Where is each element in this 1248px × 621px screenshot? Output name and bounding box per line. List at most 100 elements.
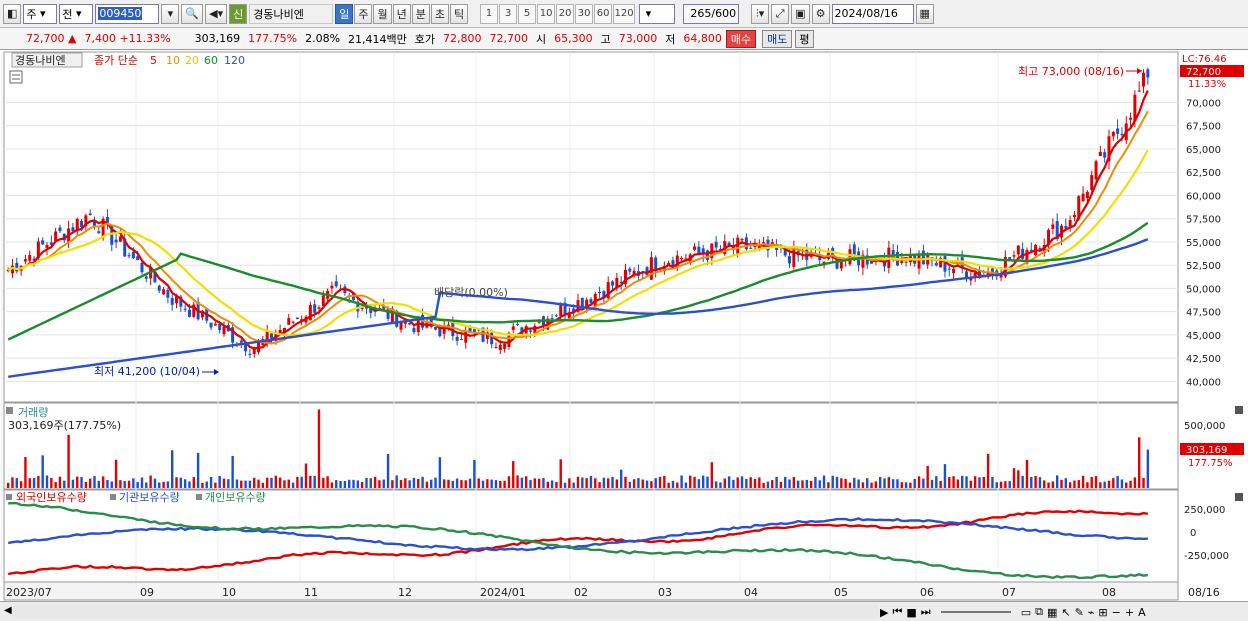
interval-button-120[interactable]: 120 xyxy=(613,3,636,24)
eval-button[interactable]: 평 xyxy=(795,29,814,48)
volume-bar xyxy=(244,480,247,488)
chart-icon[interactable]: ⌁ xyxy=(1088,606,1095,619)
candle-body xyxy=(503,343,507,349)
volume-bar xyxy=(490,479,493,488)
candle-body xyxy=(166,290,170,298)
grid-icon[interactable]: ▦ xyxy=(1047,606,1057,619)
period-tab-4[interactable]: 분 xyxy=(411,3,430,24)
interval-dropdown[interactable]: ▾ xyxy=(639,3,676,24)
volume-bar xyxy=(680,475,683,488)
legend-individual: 개인보유수량 xyxy=(205,491,266,504)
period-tab-0[interactable]: 일 xyxy=(335,3,354,24)
period-tab-6[interactable]: 틱 xyxy=(449,3,469,24)
volume-bar xyxy=(1077,480,1080,488)
layout-icon[interactable]: ▭ xyxy=(1021,606,1031,619)
speaker-icon[interactable]: ◀▾ xyxy=(205,3,228,24)
period-tab-3[interactable]: 년 xyxy=(392,3,411,24)
volume-bar xyxy=(952,476,955,488)
volume-bar xyxy=(183,479,187,488)
volume-bar xyxy=(701,475,705,488)
candle-body xyxy=(1137,90,1141,92)
calendar-icon[interactable]: ▦ xyxy=(915,3,934,24)
count-field[interactable]: 265/600 xyxy=(683,3,740,24)
interval-button-10[interactable]: 10 xyxy=(537,3,556,24)
volume-bar xyxy=(1107,480,1111,488)
volume-bar xyxy=(732,479,735,488)
candle-body xyxy=(589,299,593,303)
candle-body xyxy=(740,238,744,241)
legend-prefix: 종가 단순 xyxy=(94,54,138,67)
candle-body xyxy=(697,246,701,254)
buy-button[interactable]: 매수 xyxy=(725,29,757,48)
candle-body xyxy=(511,326,515,330)
stock-chart-svg[interactable]: 경동나비엔 종가 단순 5 10 20 60 120 최고 73,000 (08… xyxy=(0,50,1248,603)
last-icon[interactable]: ⏭ xyxy=(921,605,931,619)
prev-select[interactable]: 전 ▾ xyxy=(59,3,94,24)
sell-button[interactable]: 매도 xyxy=(762,29,793,48)
interval-button-5[interactable]: 5 xyxy=(518,3,537,24)
ask-price: 72,800 xyxy=(443,32,482,45)
scroll-left-icon[interactable]: ◀ xyxy=(4,605,12,616)
candle-body xyxy=(23,259,27,262)
candle-type-icon[interactable]: ⫶▾ xyxy=(751,3,770,24)
toggle-icon[interactable]: ⊞ xyxy=(1098,606,1107,619)
interval-button-60[interactable]: 60 xyxy=(594,3,613,24)
candle-body xyxy=(680,257,684,259)
code-dropdown-icon[interactable]: ▾ xyxy=(161,3,180,24)
scroll-right-icon[interactable]: ▶ xyxy=(880,606,888,619)
price-tick-label: 70,000 xyxy=(1186,98,1221,109)
interval-button-3[interactable]: 3 xyxy=(499,3,518,24)
scroll-track[interactable] xyxy=(14,605,878,618)
zoom-slider[interactable] xyxy=(940,611,1011,613)
volume-bar xyxy=(227,479,230,488)
candle-body xyxy=(1051,224,1055,229)
candle-body xyxy=(559,305,563,316)
period-tab-2[interactable]: 월 xyxy=(373,3,392,24)
price-axis: 70,000 67,500 65,000 62,500 60,000 57,500 55,0… xyxy=(1186,98,1221,388)
volume-bar xyxy=(524,476,528,488)
zoom-out-icon[interactable]: − xyxy=(1112,606,1121,619)
candle-body xyxy=(952,268,956,274)
new-badge[interactable]: 신 xyxy=(229,3,248,24)
market-select[interactable]: 주 ▾ xyxy=(23,3,58,24)
volume-axis-tick: 500,000 xyxy=(1184,421,1225,432)
count-value: 265 xyxy=(690,7,712,20)
holding-tick-neg: -250,000 xyxy=(1184,551,1229,562)
volume-bar xyxy=(801,480,804,488)
save-icon[interactable]: ▣ xyxy=(791,3,810,24)
draw-icon[interactable]: ✎ xyxy=(1075,606,1084,619)
period-tab-5[interactable]: 초 xyxy=(430,3,449,24)
interval-button-20[interactable]: 20 xyxy=(556,3,575,24)
stop-icon[interactable]: ■ xyxy=(906,606,916,619)
calculator-icon[interactable] xyxy=(9,70,23,84)
volume-close-icon[interactable] xyxy=(1235,406,1243,414)
first-icon[interactable]: ⏮ xyxy=(892,605,902,619)
candle-body xyxy=(1129,117,1133,120)
period-tab-1[interactable]: 주 xyxy=(354,3,373,24)
volume-bar xyxy=(706,476,709,488)
gear-icon[interactable]: ⚙ xyxy=(811,3,830,24)
volume-bar xyxy=(201,482,204,488)
interval-button-1[interactable]: 1 xyxy=(480,3,499,24)
holding-close-icon[interactable] xyxy=(1235,493,1243,501)
volume-bar xyxy=(261,482,265,488)
stock-code-input[interactable]: 009450 xyxy=(95,3,160,24)
search-icon[interactable]: 🔍 xyxy=(181,3,204,24)
volume-bar xyxy=(784,476,787,488)
volume-bar xyxy=(468,478,472,488)
price-panel[interactable] xyxy=(3,51,1179,403)
date-field[interactable]: 2024/08/16 xyxy=(831,3,914,24)
window-icon[interactable]: ◧ xyxy=(3,3,22,24)
arrow-icon[interactable]: ↖ xyxy=(1061,606,1070,619)
split-icon[interactable]: ⧉ xyxy=(1035,605,1043,619)
chart-area[interactable]: 경동나비엔 종가 단순 5 10 20 60 120 최고 73,000 (08… xyxy=(0,50,1248,603)
volume-bar xyxy=(991,477,994,488)
candle-body xyxy=(1068,220,1072,227)
font-size-icon[interactable]: A xyxy=(1138,606,1146,619)
interval-button-30[interactable]: 30 xyxy=(575,3,594,24)
volume-bar xyxy=(563,482,567,488)
volume-bar xyxy=(149,475,152,488)
candle-body xyxy=(321,295,325,306)
zoom-in-icon[interactable]: + xyxy=(1125,606,1134,619)
line-tool-icon[interactable]: ⤢ xyxy=(771,3,790,24)
